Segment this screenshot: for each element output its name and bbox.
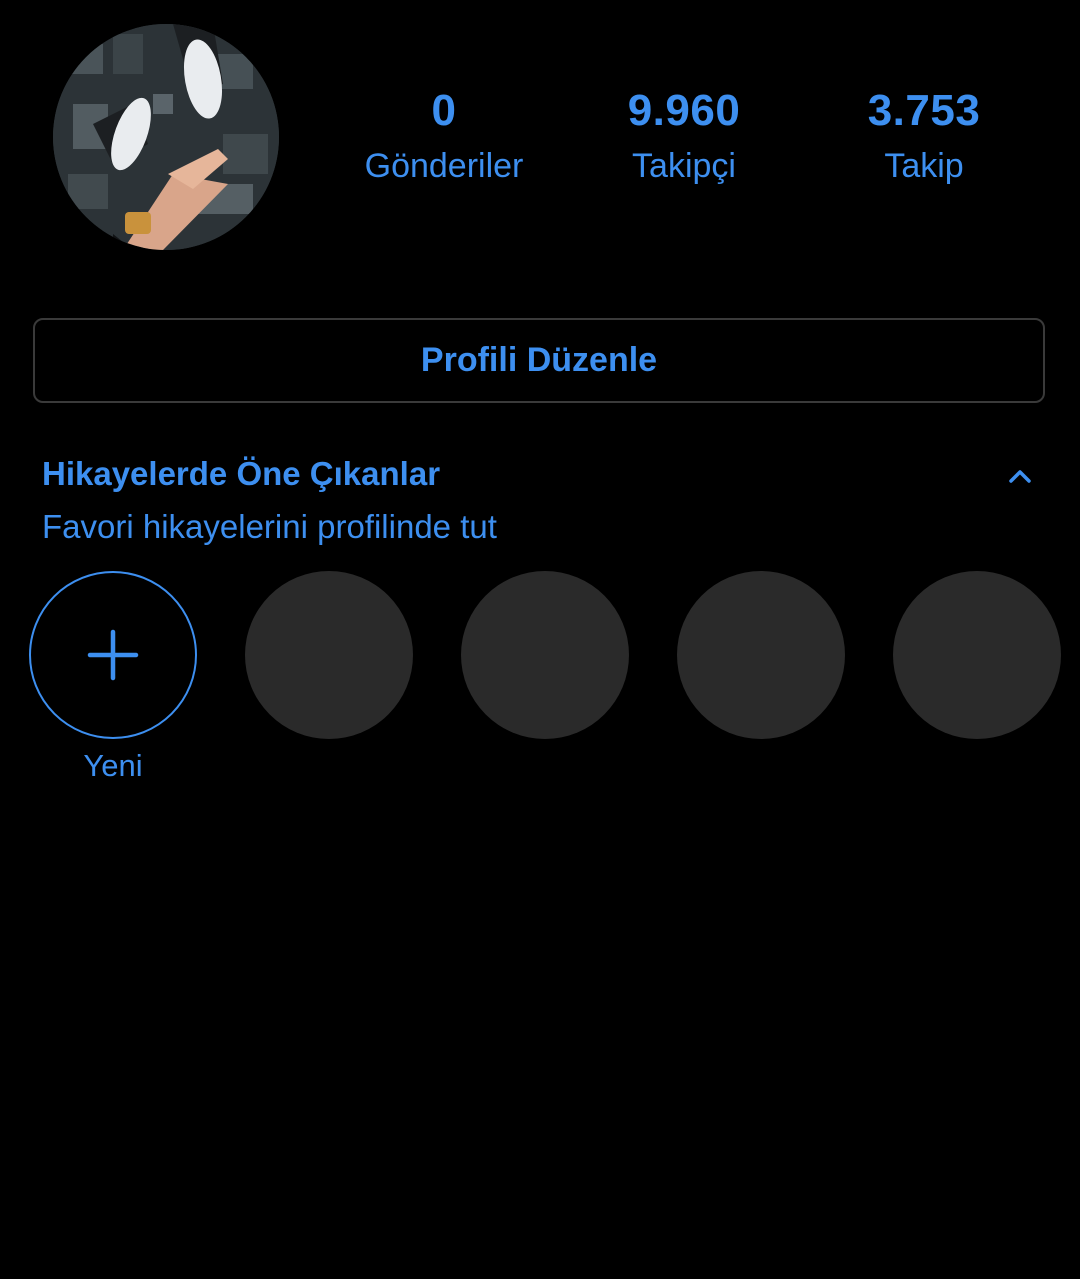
plus-icon (87, 629, 139, 681)
highlight-placeholder (677, 571, 845, 739)
edit-profile-button[interactable]: Profili Düzenle (33, 318, 1045, 403)
posts-count: 0 (431, 86, 457, 135)
posts-label: Gönderiler (364, 147, 524, 185)
highlight-placeholder (245, 571, 413, 739)
chevron-up-icon[interactable] (1002, 458, 1038, 494)
stat-following[interactable]: 3.753 Takip (804, 84, 1044, 188)
followers-label: Takipçi (632, 147, 736, 185)
profile-photo-image (53, 24, 279, 250)
stat-followers[interactable]: 9.960 Takipçi (564, 84, 804, 188)
highlights-title: Hikayelerde Öne Çıkanlar (42, 455, 441, 492)
following-label: Takip (884, 147, 964, 185)
following-count: 3.753 (867, 86, 981, 135)
new-highlight-label: Yeni (83, 748, 143, 783)
followers-count: 9.960 (627, 86, 741, 135)
new-highlight-button[interactable] (29, 571, 197, 739)
profile-avatar[interactable] (53, 24, 279, 250)
stat-posts[interactable]: 0 Gönderiler (324, 84, 564, 188)
highlight-placeholder (461, 571, 629, 739)
highlights-subtitle: Favori hikayelerini profilinde tut (42, 508, 497, 545)
highlight-placeholder (893, 571, 1061, 739)
